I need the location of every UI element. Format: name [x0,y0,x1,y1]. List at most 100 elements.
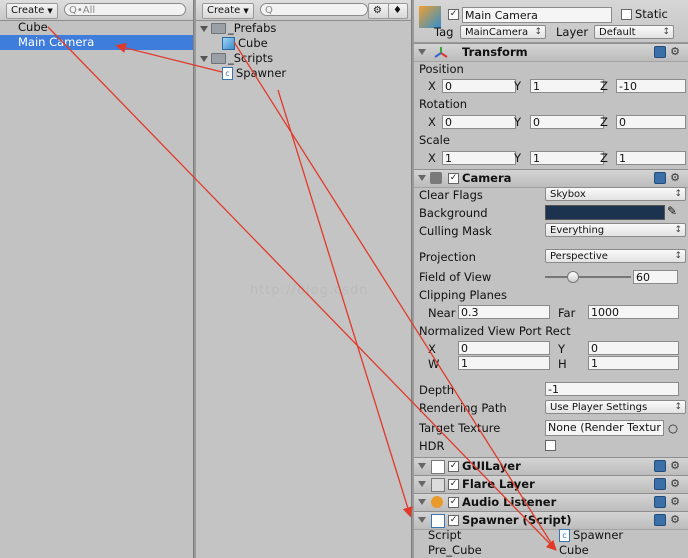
active-checkbox[interactable]: ✓ [448,9,459,20]
foldout-arrow-icon[interactable] [418,481,426,487]
spawner-enabled-checkbox[interactable]: ✓ [448,515,459,526]
search-placeholder: Q•All [69,5,96,16]
x-label: X [428,79,436,93]
foldout-arrow-icon[interactable] [418,517,426,523]
fov-slider-handle[interactable] [567,271,579,283]
gear-icon[interactable]: ⚙ [670,513,680,526]
help-icon[interactable] [654,478,666,490]
expand-arrow-icon[interactable] [200,25,208,32]
camera-enabled-checkbox[interactable]: ✓ [448,173,459,184]
position-z-field[interactable]: -10 [616,79,686,93]
scale-x-field[interactable]: 1 [442,151,516,165]
inspector-header: ✓ Main Camera Static Tag MainCamera Laye… [414,0,688,43]
project-folder-scripts[interactable]: _Scripts [196,51,413,66]
pre-cube-field[interactable]: Cube [559,543,589,557]
depth-field[interactable]: -1 [545,382,679,396]
viewport-x-field[interactable]: 0 [458,341,550,355]
gear-icon[interactable]: ⚙ [670,171,680,184]
audio-listener-enabled-checkbox[interactable]: ✓ [448,497,459,508]
project-folder-prefabs[interactable]: _Prefabs [196,21,413,36]
y-label: Y [514,79,522,93]
eyedropper-icon[interactable]: ✎ [667,204,677,218]
rendering-path-label: Rendering Path [419,401,507,415]
script-field[interactable]: c Spawner [559,528,623,542]
guilayer-title: GUILayer [462,459,521,473]
prefab-cube-icon [222,37,235,50]
inspector-panel: ✓ Main Camera Static Tag MainCamera Laye… [414,0,688,558]
cs-script-icon [431,514,445,528]
y-label: Y [514,151,522,165]
help-icon[interactable] [654,514,666,526]
project-create-button[interactable]: Create ▼ [202,3,254,19]
gear-icon[interactable]: ⚙ [670,477,680,490]
help-icon[interactable] [654,172,666,184]
project-item-label: Spawner [236,66,287,80]
projection-dropdown[interactable]: Perspective [545,249,686,263]
position-y-field[interactable]: 1 [530,79,604,93]
viewport-h-field[interactable]: 1 [588,356,679,370]
help-icon[interactable] [654,460,666,472]
static-checkbox[interactable] [621,9,632,20]
clear-flags-dropdown[interactable]: Skybox [545,187,686,201]
foldout-arrow-icon[interactable] [418,49,426,55]
culling-mask-dropdown[interactable]: Everything [545,223,686,237]
script-value: Spawner [573,528,624,542]
filter-label-icon[interactable]: ♦ [388,3,408,19]
audio-listener-component-header[interactable]: ✓ Audio Listener ⚙ [414,493,688,512]
help-icon[interactable] [654,46,666,58]
project-toolbar: Create ▼ Q ⚙ ♦ [196,0,413,21]
guilayer-enabled-checkbox[interactable]: ✓ [448,461,459,472]
flare-layer-icon [431,478,445,492]
viewport-w-field[interactable]: 1 [458,356,550,370]
flare-layer-enabled-checkbox[interactable]: ✓ [448,479,459,490]
gear-icon[interactable]: ⚙ [670,459,680,472]
tag-dropdown[interactable]: MainCamera [460,25,546,39]
rendering-path-dropdown[interactable]: Use Player Settings [545,400,686,414]
rotation-x-field[interactable]: 0 [442,115,516,129]
hierarchy-create-button[interactable]: Create ▼ [6,3,58,19]
help-icon[interactable] [654,496,666,508]
object-picker-icon[interactable]: ○ [668,421,678,435]
rendering-path-value: Use Player Settings [550,402,648,413]
far-field[interactable]: 1000 [588,305,679,319]
project-item-spawner-script[interactable]: c Spawner [196,66,413,81]
gear-icon[interactable]: ⚙ [670,45,680,58]
foldout-arrow-icon[interactable] [418,499,426,505]
project-search-input[interactable]: Q [260,3,368,16]
background-color-swatch[interactable] [545,205,665,220]
viewport-y-field[interactable]: 0 [588,341,679,355]
fov-slider-track[interactable] [545,276,631,278]
scale-z-field[interactable]: 1 [616,151,686,165]
object-name-field[interactable]: Main Camera [462,7,612,23]
hierarchy-item-label: Cube [18,20,48,34]
position-x-field[interactable]: 0 [442,79,516,93]
fov-label: Field of View [419,270,492,284]
target-texture-field[interactable]: None (Render Textur [545,420,664,436]
foldout-arrow-icon[interactable] [418,463,426,469]
clear-flags-label: Clear Flags [419,188,483,202]
fov-field[interactable]: 60 [633,270,678,284]
hdr-checkbox[interactable] [545,440,556,451]
hdr-label: HDR [419,439,445,453]
project-item-cube-prefab[interactable]: Cube [196,36,413,51]
position-label: Position [419,62,464,76]
scale-y-field[interactable]: 1 [530,151,604,165]
camera-component-header[interactable]: ✓ Camera ⚙ [414,169,688,188]
tag-label: Tag [434,25,454,39]
flare-layer-component-header[interactable]: ✓ Flare Layer ⚙ [414,475,688,494]
search-placeholder: Q [265,5,273,16]
transform-icon [434,46,448,58]
foldout-arrow-icon[interactable] [418,175,426,181]
hierarchy-item-main-camera[interactable]: Main Camera [0,35,193,50]
gear-icon[interactable]: ⚙ [670,495,680,508]
guilayer-component-header[interactable]: ✓ GUILayer ⚙ [414,457,688,476]
rotation-y-field[interactable]: 0 [530,115,604,129]
layer-dropdown[interactable]: Default [594,25,674,39]
filter-type-icon[interactable]: ⚙ [368,3,390,19]
expand-arrow-icon[interactable] [200,55,208,62]
near-field[interactable]: 0.3 [458,305,550,319]
hierarchy-item-cube[interactable]: Cube [0,20,193,35]
rotation-z-field[interactable]: 0 [616,115,686,129]
hierarchy-search-input[interactable]: Q•All [64,3,186,16]
transform-component-header[interactable]: Transform ⚙ [414,43,688,62]
